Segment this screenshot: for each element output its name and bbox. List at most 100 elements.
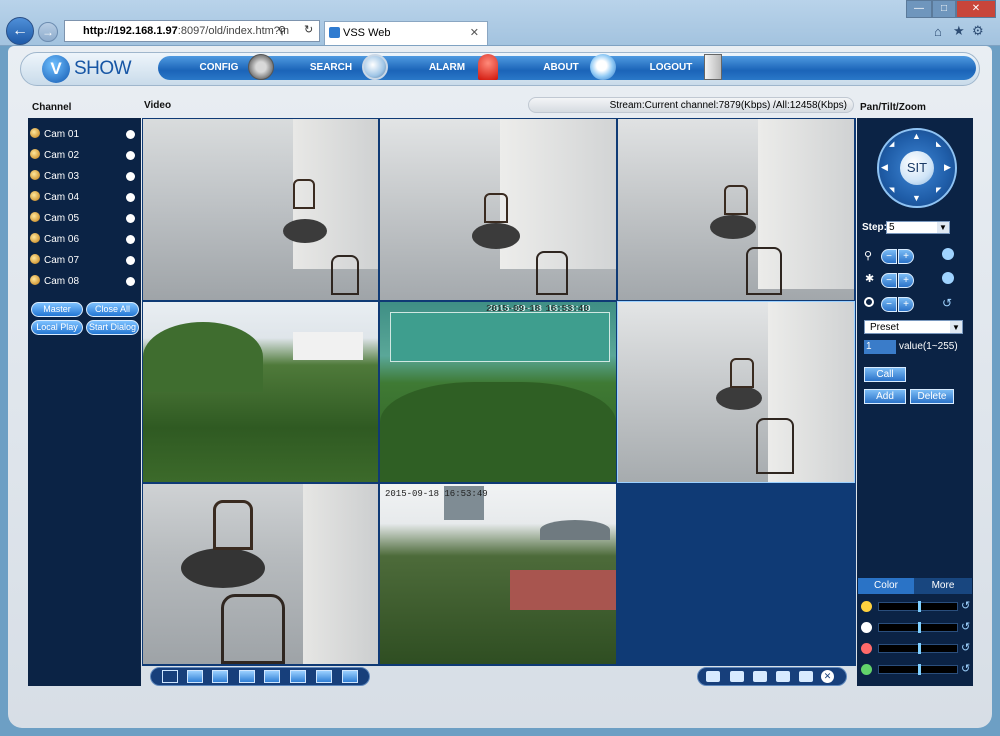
- camera-item[interactable]: Cam 07: [30, 253, 138, 269]
- play-icon[interactable]: [126, 277, 135, 286]
- ptz-down-icon[interactable]: ▼: [912, 193, 921, 203]
- nav-alarm[interactable]: ALARM: [420, 56, 474, 80]
- step-select[interactable]: 5 ▼: [886, 221, 950, 234]
- preset-select[interactable]: Preset ▼: [864, 320, 963, 334]
- camera-item[interactable]: Cam 02: [30, 148, 138, 164]
- close-video-icon[interactable]: ✕: [821, 670, 834, 683]
- preset-value-input[interactable]: 1: [864, 340, 896, 354]
- ptz-left-icon[interactable]: ◀: [881, 162, 888, 173]
- camera-icon[interactable]: [776, 671, 790, 682]
- layout-25-icon[interactable]: [342, 670, 358, 683]
- search-icon[interactable]: ⚲: [278, 24, 286, 37]
- nav-search[interactable]: SEARCH: [304, 56, 358, 80]
- close-icon[interactable]: ✕: [470, 22, 479, 44]
- chevron-down-icon[interactable]: ▼: [950, 321, 962, 333]
- reset-icon[interactable]: ↺: [961, 662, 970, 675]
- config-gear-icon[interactable]: [248, 54, 274, 80]
- play-icon[interactable]: [126, 172, 135, 181]
- video-cell-5[interactable]: 2015-09-18 16:53:40: [380, 302, 616, 482]
- layout-16-icon[interactable]: [316, 670, 332, 683]
- video-cell-3[interactable]: [618, 119, 854, 300]
- color-slider[interactable]: [878, 643, 958, 654]
- nav-logout[interactable]: LOGOUT: [644, 56, 698, 80]
- play-icon[interactable]: [126, 256, 135, 265]
- color-slider[interactable]: [878, 622, 958, 633]
- video-cell-9[interactable]: [618, 484, 854, 664]
- focus-in-button[interactable]: +: [898, 273, 914, 288]
- ptz-right-icon[interactable]: ▶: [944, 162, 951, 173]
- window-close-button[interactable]: ✕: [956, 0, 996, 18]
- ptz-up-icon[interactable]: ▲: [912, 131, 921, 141]
- slider-thumb[interactable]: [918, 601, 921, 612]
- slider-thumb[interactable]: [918, 643, 921, 654]
- play-icon[interactable]: [126, 235, 135, 244]
- camera-item[interactable]: Cam 03: [30, 169, 138, 185]
- nav-config[interactable]: CONFIG: [192, 56, 246, 80]
- snapshot-icon[interactable]: [706, 671, 720, 682]
- slider-thumb[interactable]: [918, 622, 921, 633]
- window-icon[interactable]: [730, 671, 744, 682]
- alarm-siren-icon[interactable]: [478, 54, 498, 80]
- browser-forward-button[interactable]: →: [38, 22, 58, 42]
- reset-icon[interactable]: ↺: [961, 620, 970, 633]
- play-icon[interactable]: [126, 193, 135, 202]
- minimize-button[interactable]: —: [906, 0, 932, 18]
- color-slider[interactable]: [878, 664, 958, 675]
- iris-open-button[interactable]: +: [898, 297, 914, 312]
- camera-item[interactable]: Cam 04: [30, 190, 138, 206]
- favorites-star-icon[interactable]: ★: [953, 23, 965, 39]
- ptz-downright-icon[interactable]: ◤: [936, 186, 941, 194]
- light-bulb-icon[interactable]: [942, 248, 954, 260]
- reset-icon[interactable]: ↺: [961, 599, 970, 612]
- video-cell-7[interactable]: [143, 484, 378, 664]
- camera-item[interactable]: Cam 08: [30, 274, 138, 290]
- nav-about[interactable]: ABOUT: [534, 56, 588, 80]
- refresh-icon[interactable]: ↻: [304, 23, 313, 36]
- layout-4-icon[interactable]: [212, 670, 228, 683]
- settings-gear-icon[interactable]: ⚙: [972, 23, 984, 39]
- camera-item[interactable]: Cam 01: [30, 127, 138, 143]
- video-cell-6[interactable]: [617, 301, 855, 483]
- layout-1-icon[interactable]: [187, 670, 203, 683]
- tab-color[interactable]: Color: [858, 578, 914, 594]
- add-button[interactable]: Add: [864, 389, 906, 404]
- layout-6-icon[interactable]: [239, 670, 255, 683]
- focus-out-button[interactable]: −: [881, 273, 897, 288]
- slider-thumb[interactable]: [918, 664, 921, 675]
- record-icon[interactable]: [753, 671, 767, 682]
- maximize-button[interactable]: □: [932, 0, 956, 18]
- browser-tab[interactable]: VSS Web ✕: [324, 21, 488, 45]
- about-icon[interactable]: [590, 54, 616, 80]
- search-magnifier-icon[interactable]: [362, 54, 388, 80]
- chevron-down-icon[interactable]: ▼: [937, 222, 949, 233]
- master-button[interactable]: Master: [31, 302, 83, 317]
- local-play-button[interactable]: Local Play: [31, 320, 83, 335]
- layout-9-icon[interactable]: [290, 670, 306, 683]
- wiper-icon[interactable]: [942, 272, 954, 284]
- camera-item[interactable]: Cam 05: [30, 211, 138, 227]
- color-slider[interactable]: [878, 601, 958, 612]
- zoom-out-button[interactable]: −: [881, 249, 897, 264]
- play-icon[interactable]: [126, 151, 135, 160]
- ptz-downleft-icon[interactable]: ◥: [889, 186, 894, 194]
- ptz-center-button[interactable]: SIT: [900, 151, 934, 185]
- auto-scan-icon[interactable]: ↺: [942, 296, 952, 310]
- ptz-upleft-icon[interactable]: ◢: [889, 140, 894, 148]
- video-cell-2[interactable]: [380, 119, 616, 300]
- reset-icon[interactable]: ↺: [961, 641, 970, 654]
- zoom-in-button[interactable]: +: [898, 249, 914, 264]
- video-cell-8[interactable]: 2015-09-18 16:53:49: [380, 484, 616, 664]
- ptz-upright-icon[interactable]: ◣: [936, 140, 941, 148]
- browser-back-button[interactable]: ←: [6, 17, 34, 45]
- fullscreen-icon[interactable]: [162, 670, 178, 683]
- close-all-button[interactable]: Close All: [86, 302, 139, 317]
- play-icon[interactable]: [126, 130, 135, 139]
- call-button[interactable]: Call: [864, 367, 906, 382]
- play-icon[interactable]: [126, 214, 135, 223]
- delete-button[interactable]: Delete: [910, 389, 954, 404]
- audio-icon[interactable]: [799, 671, 813, 682]
- tab-more[interactable]: More: [914, 578, 972, 594]
- video-cell-1[interactable]: [143, 119, 378, 300]
- layout-8-icon[interactable]: [264, 670, 280, 683]
- start-dialog-button[interactable]: Start Dialog: [86, 320, 139, 335]
